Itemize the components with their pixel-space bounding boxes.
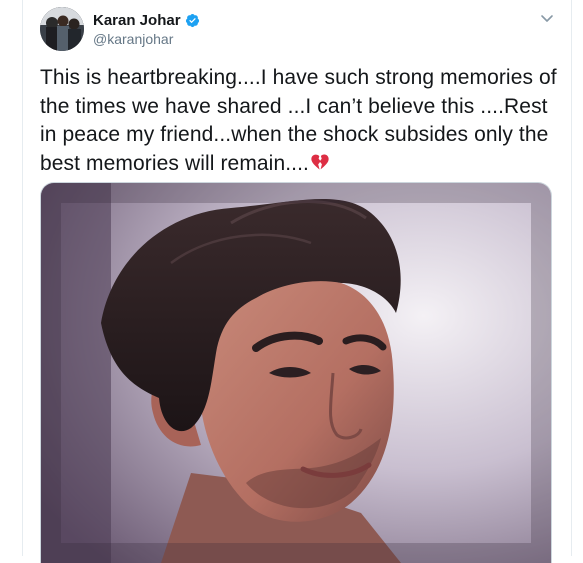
- tweet-card[interactable]: Karan Johar @karanjohar This is heartbre…: [22, 0, 572, 563]
- tweet-body: This is heartbreaking....I have such str…: [40, 66, 557, 175]
- chevron-down-icon[interactable]: [539, 10, 555, 26]
- tweet-photo[interactable]: [40, 182, 552, 563]
- verified-badge-icon: [185, 13, 200, 28]
- author-block: Karan Johar @karanjohar: [93, 11, 200, 47]
- avatar[interactable]: [40, 7, 84, 51]
- tweet-text: This is heartbreaking....I have such str…: [40, 64, 560, 178]
- broken-heart-icon: [310, 152, 330, 172]
- author-handle[interactable]: @karanjohar: [93, 31, 200, 47]
- author-name[interactable]: Karan Johar: [93, 12, 181, 29]
